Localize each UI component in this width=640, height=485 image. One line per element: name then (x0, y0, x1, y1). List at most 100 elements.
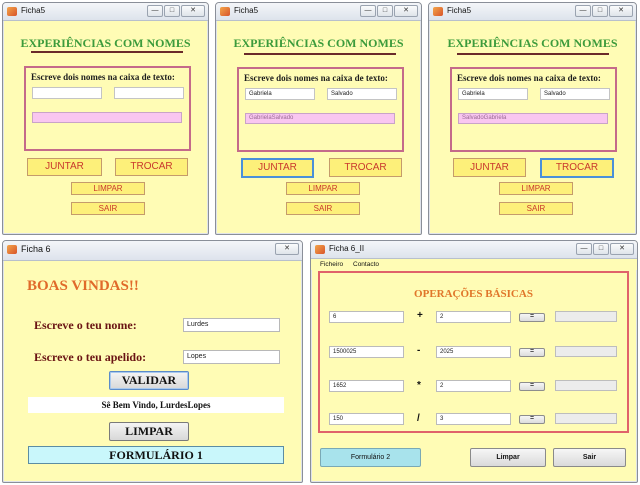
names-group: Escreve dois nomes na caixa de texto: Ga… (450, 67, 617, 152)
minimize-icon[interactable]: — (575, 5, 591, 17)
row4-result-field (555, 413, 617, 424)
limpar-button[interactable]: LIMPAR (286, 182, 360, 195)
limpar-button[interactable]: LIMPAR (109, 422, 189, 441)
trocar-button[interactable]: TROCAR (115, 158, 188, 176)
title-bar[interactable]: Ficha5 — □ ✕ (3, 3, 208, 21)
maximize-icon[interactable]: □ (164, 5, 180, 17)
heading: EXPERIÊNCIAS COM NOMES (20, 36, 191, 50)
heading-underline (244, 53, 396, 55)
name-input[interactable]: Lurdes (183, 318, 280, 332)
welcome-message: Sê Bem Vindo, LurdesLopes (28, 397, 284, 413)
title-bar[interactable]: Ficha 6 ✕ (3, 241, 302, 261)
name2-input[interactable] (114, 87, 184, 99)
maximize-icon[interactable]: □ (592, 5, 608, 17)
close-icon[interactable]: ✕ (610, 243, 634, 255)
title-bar[interactable]: Ficha5 — □ ✕ (216, 3, 421, 21)
ficha5-window-empty: Ficha5 — □ ✕ EXPERIÊNCIAS COM NOMES Escr… (2, 2, 209, 235)
formulario1-button[interactable]: FORMULÁRIO 1 (28, 446, 284, 464)
row3-equals-button[interactable]: = (519, 382, 545, 391)
trocar-button[interactable]: TROCAR (329, 158, 402, 177)
ficha6-ii-window: Ficha 6_II — □ ✕ Ficheiro Contacto OPERA… (310, 240, 638, 483)
limpar-button[interactable]: LIMPAR (499, 182, 573, 195)
juntar-button[interactable]: JUNTAR (27, 158, 102, 176)
name1-input[interactable]: Gabriela (245, 88, 315, 100)
greeting-title: BOAS VINDAS!! (27, 278, 139, 294)
maximize-icon[interactable]: □ (377, 5, 393, 17)
heading-underline (457, 53, 609, 55)
app-icon (220, 7, 230, 16)
row3-result-field (555, 380, 617, 391)
close-icon[interactable]: ✕ (394, 5, 418, 17)
menu-bar: Ficheiro Contacto (311, 259, 637, 270)
juntar-button[interactable]: JUNTAR (453, 158, 526, 177)
row2-b-input[interactable]: 2025 (436, 346, 511, 358)
name1-input[interactable]: Gabriela (458, 88, 528, 100)
validar-button[interactable]: VALIDAR (109, 371, 189, 390)
prompt-label: Escreve dois nomes na caixa de texto: (244, 73, 388, 83)
minimize-icon[interactable]: — (576, 243, 592, 255)
row4-b-input[interactable]: 3 (436, 413, 511, 425)
row3-b-input[interactable]: 2 (436, 380, 511, 392)
names-group: Escreve dois nomes na caixa de texto: (24, 66, 191, 151)
menu-contacto[interactable]: Contacto (353, 261, 379, 268)
result-field: SalvadoGabriela (458, 113, 608, 124)
window-title: Ficha5 (234, 6, 259, 15)
close-icon[interactable]: ✕ (181, 5, 205, 17)
heading-underline (31, 51, 183, 53)
surname-label: Escreve o teu apelido: (34, 350, 147, 364)
maximize-icon[interactable]: □ (593, 243, 609, 255)
prompt-label: Escreve dois nomes na caixa de texto: (457, 73, 601, 83)
result-field: GabrielaSalvado (245, 113, 395, 124)
row2-operator: - (417, 345, 421, 356)
row1-equals-button[interactable]: = (519, 313, 545, 322)
row1-result-field (555, 311, 617, 322)
heading: EXPERIÊNCIAS COM NOMES (447, 36, 618, 50)
name-label: Escreve o teu nome: (34, 318, 137, 332)
name2-input[interactable]: Salvado (327, 88, 397, 100)
row1-b-input[interactable]: 2 (436, 311, 511, 323)
operations-heading: OPERAÇÕES BÁSICAS (414, 288, 533, 300)
name1-input[interactable] (32, 87, 102, 99)
app-icon (315, 245, 325, 254)
row4-operator: / (417, 413, 420, 424)
menu-ficheiro[interactable]: Ficheiro (320, 261, 343, 268)
name2-input[interactable]: Salvado (540, 88, 610, 100)
ficha5-window-joined: Ficha5 — □ ✕ EXPERIÊNCIAS COM NOMES Escr… (215, 2, 422, 235)
ficha6-window: Ficha 6 ✕ BOAS VINDAS!! Escreve o teu no… (2, 240, 303, 483)
surname-input[interactable]: Lopes (183, 350, 280, 364)
trocar-button[interactable]: TROCAR (540, 158, 614, 178)
row4-a-input[interactable]: 150 (329, 413, 404, 425)
sair-button[interactable]: SAIR (286, 202, 360, 215)
limpar-button[interactable]: Limpar (470, 448, 546, 467)
juntar-button[interactable]: JUNTAR (241, 158, 314, 178)
title-bar[interactable]: Ficha5 — □ ✕ (429, 3, 636, 21)
ficha5-window-swapped: Ficha5 — □ ✕ EXPERIÊNCIAS COM NOMES Escr… (428, 2, 637, 235)
app-icon (7, 7, 17, 16)
close-icon[interactable]: ✕ (609, 5, 633, 17)
row1-a-input[interactable]: 6 (329, 311, 404, 323)
row3-a-input[interactable]: 1652 (329, 380, 404, 392)
names-group: Escreve dois nomes na caixa de texto: Ga… (237, 67, 404, 152)
minimize-icon[interactable]: — (360, 5, 376, 17)
close-icon[interactable]: ✕ (275, 243, 299, 255)
window-title: Ficha5 (447, 6, 472, 15)
app-icon (7, 245, 17, 254)
heading: EXPERIÊNCIAS COM NOMES (233, 36, 404, 50)
title-bar[interactable]: Ficha 6_II — □ ✕ (311, 241, 637, 259)
row4-equals-button[interactable]: = (519, 415, 545, 424)
row2-a-input[interactable]: 1500025 (329, 346, 404, 358)
window-title: Ficha 6_II (329, 244, 365, 253)
window-title: Ficha5 (21, 6, 46, 15)
limpar-button[interactable]: LIMPAR (71, 182, 145, 195)
sair-button[interactable]: SAIR (499, 202, 573, 215)
formulario2-button[interactable]: Formulário 2 (320, 448, 421, 467)
minimize-icon[interactable]: — (147, 5, 163, 17)
row2-result-field (555, 346, 617, 357)
sair-button[interactable]: SAIR (71, 202, 145, 215)
row2-equals-button[interactable]: = (519, 348, 545, 357)
row1-operator: + (417, 310, 423, 321)
sair-button[interactable]: Sair (553, 448, 626, 467)
app-icon (433, 7, 443, 16)
result-field (32, 112, 182, 123)
window-title: Ficha 6 (21, 244, 51, 254)
